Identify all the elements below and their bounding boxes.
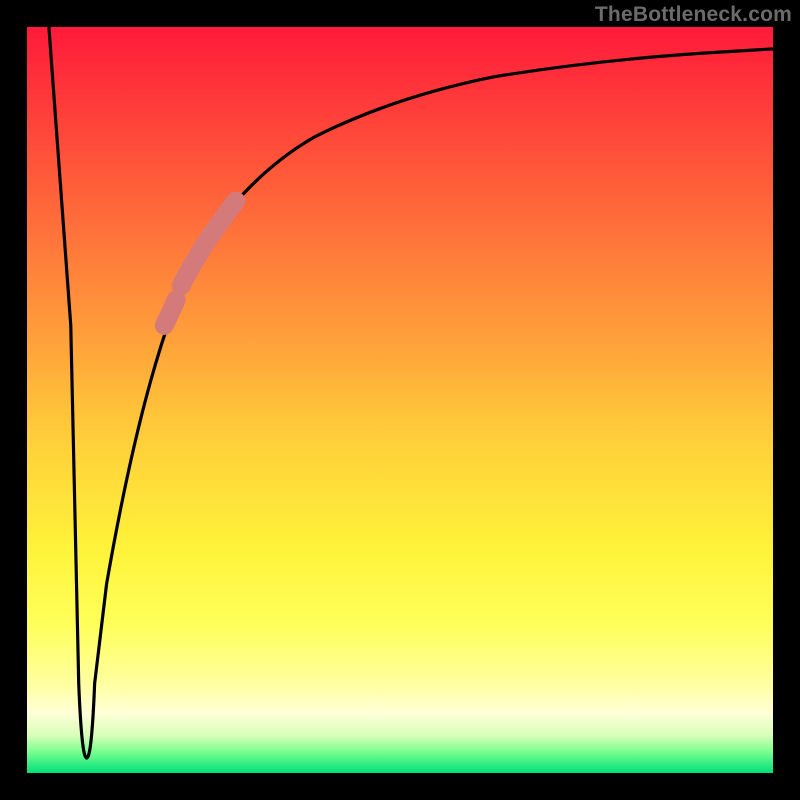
watermark-text: TheBottleneck.com [595, 3, 792, 27]
highlight-segment-upper [181, 201, 236, 286]
plot-area [25, 25, 775, 775]
curve-layer [27, 27, 773, 773]
highlight-segment-lower [164, 300, 176, 326]
bottleneck-curve-path [49, 27, 773, 758]
chart-stage: TheBottleneck.com [0, 0, 800, 800]
